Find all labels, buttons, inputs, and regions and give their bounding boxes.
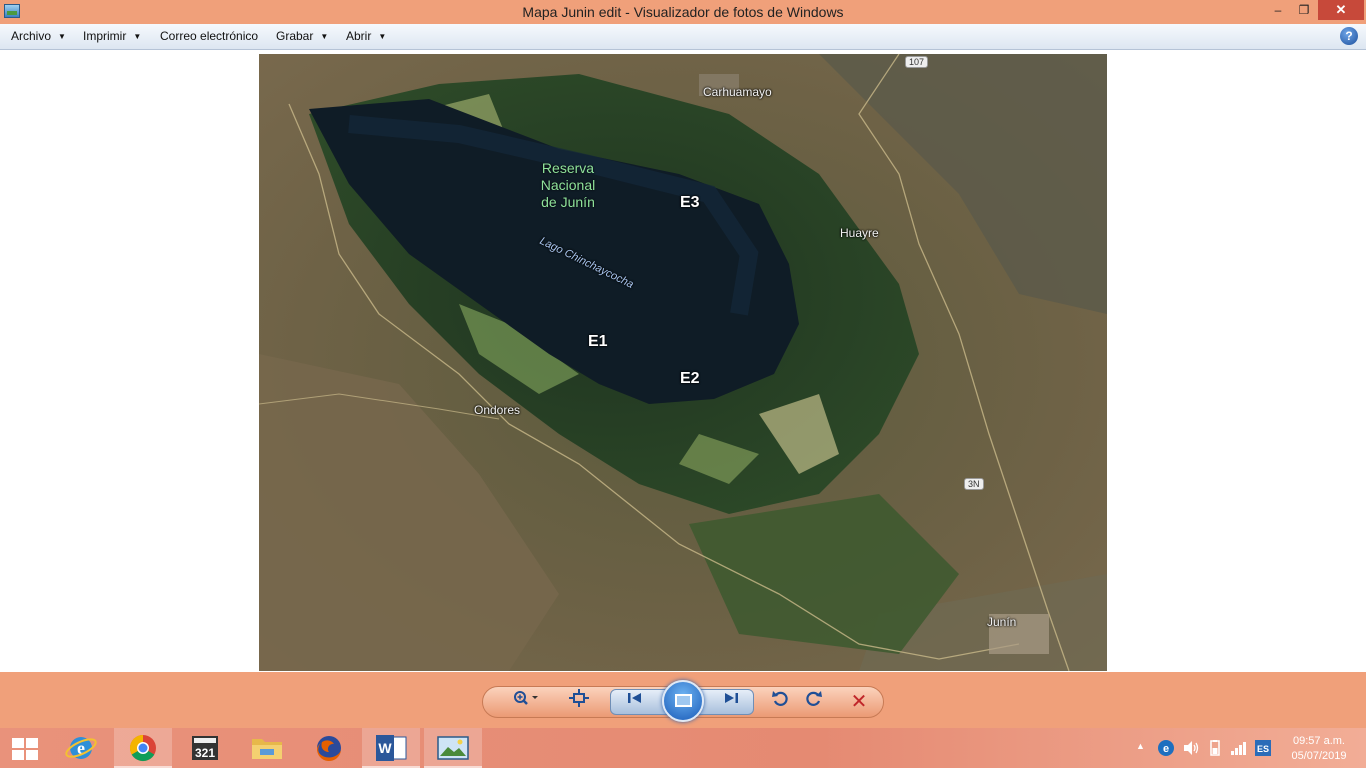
internet-explorer-icon[interactable]: e [52, 728, 110, 768]
svg-text:e: e [1163, 743, 1169, 755]
language-icon[interactable]: ES [1254, 739, 1272, 768]
svg-text:ES: ES [1257, 744, 1269, 754]
slideshow-icon[interactable] [662, 680, 704, 722]
town-label-ondores: Ondores [474, 403, 521, 417]
close-button[interactable]: ✕ [1318, 0, 1364, 20]
menu-abrir-label: Abrir [346, 29, 372, 43]
rotate-left-icon[interactable] [768, 688, 792, 716]
next-icon[interactable] [716, 688, 746, 716]
town-label-carhuamayo: Carhuamayo [703, 85, 772, 99]
satellite-map-graphic [259, 54, 1107, 671]
show-hidden-icons[interactable]: ▲ [1136, 741, 1145, 768]
menu-grabar[interactable]: Grabar ▼ [276, 29, 328, 43]
menu-bar: Archivo ▼ Imprimir ▼ Correo electrónico Gr… [0, 24, 1366, 50]
svg-text:321: 321 [195, 746, 215, 760]
word-icon[interactable]: W [362, 728, 420, 768]
chevron-down-icon: ▼ [133, 32, 142, 41]
start-button[interactable] [0, 728, 52, 768]
rotate-right-icon[interactable] [802, 688, 826, 716]
town-label-huayre: Huayre [840, 226, 879, 240]
minimize-button[interactable]: – [1264, 0, 1292, 20]
chrome-icon[interactable] [114, 728, 172, 768]
menu-correo[interactable]: Correo electrónico [160, 29, 258, 43]
road-badge-3n: 3N [964, 478, 984, 490]
delete-icon[interactable]: ✕ [846, 688, 872, 716]
station-label-e3: E3 [680, 194, 700, 211]
taskbar: e 321 W ▲ e ES 09:57 a.m. 05/07/2019 [0, 728, 1366, 768]
network-icon[interactable] [1230, 740, 1248, 768]
station-label-e2: E2 [680, 370, 700, 387]
image-viewport: 107 3N Carhuamayo Huayre Ondores Junín R… [0, 51, 1366, 672]
menu-grabar-label: Grabar [276, 29, 314, 43]
control-bar: ✕ [0, 672, 1366, 728]
help-icon[interactable]: ? [1340, 27, 1358, 45]
chevron-down-icon: ▼ [320, 32, 329, 41]
windows-logo-icon [12, 738, 38, 760]
clock-date: 05/07/2019 [1291, 750, 1347, 762]
maximize-button[interactable]: ❐ [1290, 0, 1318, 20]
menu-archivo[interactable]: Archivo ▼ [11, 29, 66, 43]
zoom-icon[interactable] [508, 688, 542, 716]
volume-icon[interactable] [1182, 740, 1200, 768]
station-label-e1: E1 [588, 333, 608, 350]
media-player-classic-icon[interactable]: 321 [176, 728, 234, 768]
menu-abrir[interactable]: Abrir ▼ [346, 29, 386, 43]
title-bar: Mapa Junin edit - Visualizador de fotos … [0, 0, 1366, 24]
fit-window-icon[interactable] [566, 688, 592, 716]
menu-correo-label: Correo electrónico [160, 29, 259, 43]
road-badge-107: 107 [905, 56, 929, 68]
menu-imprimir-label: Imprimir [83, 29, 127, 43]
window-title: Mapa Junin edit - Visualizador de fotos … [522, 4, 844, 20]
chevron-down-icon: ▼ [378, 32, 387, 41]
menu-imprimir[interactable]: Imprimir ▼ [83, 29, 141, 43]
town-label-junin: Junín [987, 615, 1017, 629]
taskbar-clock[interactable]: 09:57 a.m. 05/07/2019 [1284, 734, 1354, 764]
ie-tray-icon[interactable]: e [1157, 739, 1175, 768]
battery-icon[interactable] [1206, 740, 1224, 768]
previous-icon[interactable] [620, 688, 650, 716]
clock-time: 09:57 a.m. [1293, 735, 1345, 747]
photo-viewer-icon[interactable] [424, 728, 482, 768]
map-image: 107 3N Carhuamayo Huayre Ondores Junín R… [259, 54, 1107, 671]
file-explorer-icon[interactable] [238, 728, 296, 768]
menu-archivo-label: Archivo [11, 29, 52, 43]
chevron-down-icon: ▼ [58, 32, 66, 41]
slideshow-screen-icon [675, 694, 692, 707]
reserve-label: Reserva Nacional de Junín [540, 160, 596, 210]
svg-text:W: W [378, 740, 392, 756]
firefox-icon[interactable] [300, 728, 358, 768]
